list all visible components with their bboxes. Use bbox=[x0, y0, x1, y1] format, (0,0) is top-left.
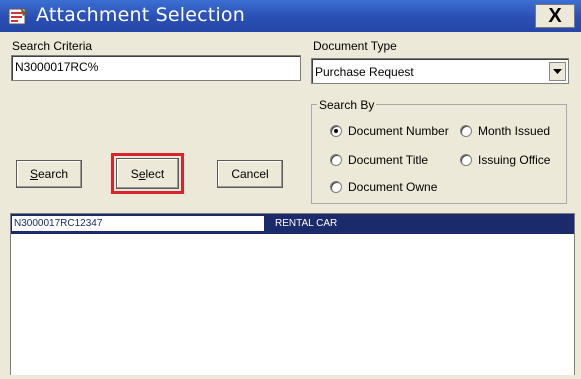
radio-month-issued[interactable]: Month Issued bbox=[460, 124, 550, 138]
close-icon: X bbox=[548, 4, 562, 27]
cancel-button[interactable]: Cancel bbox=[217, 160, 283, 188]
radio-label: Document Owne bbox=[348, 180, 438, 194]
document-number-cell: N3000017RC12347 bbox=[12, 216, 264, 231]
title-bar[interactable]: Attachment Selection X bbox=[0, 0, 581, 32]
cancel-button-label: Cancel bbox=[231, 167, 269, 181]
list-item[interactable]: N3000017RC12347 RENTAL CAR bbox=[11, 214, 574, 234]
radio-indicator bbox=[330, 125, 342, 137]
radio-label: Month Issued bbox=[478, 124, 551, 138]
radio-indicator bbox=[330, 181, 342, 193]
dropdown-button[interactable] bbox=[549, 62, 566, 81]
chevron-down-icon bbox=[553, 68, 562, 74]
document-type-value: Purchase Request bbox=[315, 65, 414, 79]
search-criteria-value: N3000017RC% bbox=[15, 60, 99, 74]
radio-indicator bbox=[460, 154, 472, 166]
search-by-legend: Search By bbox=[317, 98, 377, 112]
radio-label: Issuing Office bbox=[478, 153, 551, 167]
close-button[interactable]: X bbox=[535, 4, 575, 28]
window-title: Attachment Selection bbox=[36, 4, 245, 26]
select-highlight-box bbox=[111, 153, 184, 194]
radio-label: Document Title bbox=[348, 153, 429, 167]
search-button[interactable]: Search bbox=[16, 160, 82, 188]
radio-label: Document Number bbox=[348, 124, 449, 138]
document-type-select[interactable]: Purchase Request bbox=[311, 58, 569, 84]
radio-document-title[interactable]: Document Title bbox=[330, 153, 428, 167]
radio-issuing-office[interactable]: Issuing Office bbox=[460, 153, 550, 167]
search-criteria-label: Search Criteria bbox=[12, 39, 93, 53]
search-button-mnemonic: S bbox=[29, 167, 38, 181]
radio-document-owner[interactable]: Document Owne bbox=[330, 180, 437, 194]
attachment-selection-dialog: Attachment Selection X Search Criteria N… bbox=[0, 0, 581, 379]
search-button-label: earch bbox=[37, 167, 69, 181]
search-criteria-input[interactable]: N3000017RC% bbox=[11, 55, 301, 81]
radio-document-number[interactable]: Document Number bbox=[330, 124, 449, 138]
radio-indicator bbox=[460, 125, 472, 137]
app-icon bbox=[8, 7, 27, 25]
document-title-cell: RENTAL CAR bbox=[275, 218, 338, 229]
results-list[interactable]: N3000017RC12347 RENTAL CAR bbox=[10, 213, 575, 379]
document-type-label: Document Type bbox=[313, 39, 397, 53]
radio-indicator bbox=[330, 154, 342, 166]
window-bottom-edge bbox=[0, 375, 581, 379]
